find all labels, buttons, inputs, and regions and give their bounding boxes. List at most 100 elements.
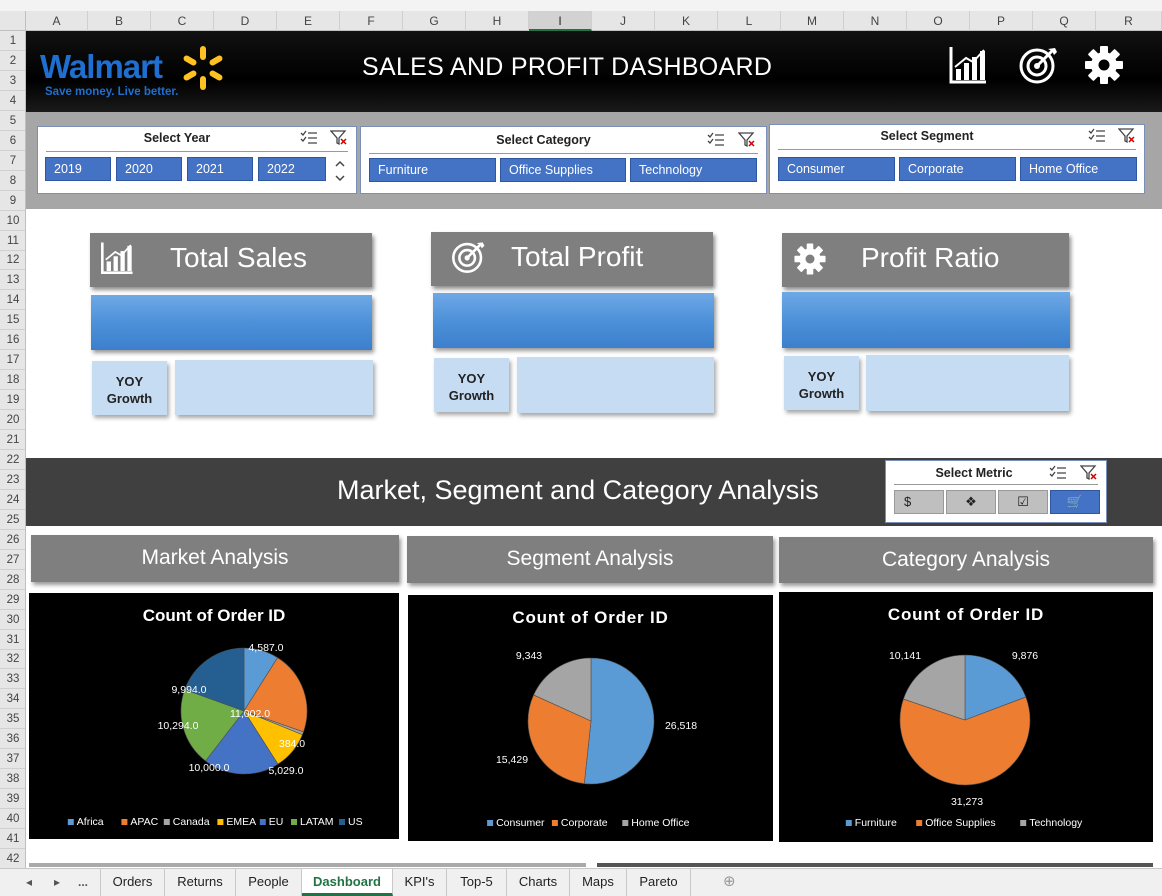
tab-kpis[interactable]: KPI's <box>393 869 447 896</box>
multi-select-icon[interactable] <box>707 132 725 148</box>
column-header-b[interactable]: B <box>88 11 151 31</box>
row-header-36[interactable]: 36 <box>0 729 25 750</box>
row-header-21[interactable]: 21 <box>0 430 25 450</box>
clear-filter-icon[interactable] <box>1080 465 1098 481</box>
column-header-g[interactable]: G <box>403 11 466 31</box>
tab-top-5[interactable]: Top-5 <box>447 869 507 896</box>
row-header-19[interactable]: 19 <box>0 390 25 411</box>
column-header-q[interactable]: Q <box>1033 11 1096 31</box>
tab-dashboard[interactable]: Dashboard <box>302 869 393 896</box>
row-header-31[interactable]: 31 <box>0 630 25 650</box>
year-2022-button[interactable]: 2022 <box>258 157 326 181</box>
row-header-24[interactable]: 24 <box>0 490 25 510</box>
tab-maps[interactable]: Maps <box>570 869 627 896</box>
row-header-2[interactable]: 2 <box>0 51 25 71</box>
category-office-supplies-button[interactable]: Office Supplies <box>500 158 626 182</box>
clear-filter-icon[interactable] <box>738 132 756 148</box>
row-header-12[interactable]: 12 <box>0 250 25 271</box>
row-header-18[interactable]: 18 <box>0 370 25 391</box>
year-2021-button[interactable]: 2021 <box>187 157 253 181</box>
metric-profit-button[interactable]: ❖ <box>946 490 996 514</box>
row-header-38[interactable]: 38 <box>0 769 25 790</box>
column-header-h[interactable]: H <box>466 11 529 31</box>
row-header-41[interactable]: 41 <box>0 829 25 849</box>
row-header-29[interactable]: 29 <box>0 590 25 610</box>
row-header-25[interactable]: 25 <box>0 510 25 530</box>
column-header-k[interactable]: K <box>655 11 718 31</box>
row-header-9[interactable]: 9 <box>0 191 25 211</box>
row-header-22[interactable]: 22 <box>0 450 25 470</box>
segment-consumer-button[interactable]: Consumer <box>778 157 895 181</box>
column-header-e[interactable]: E <box>277 11 340 31</box>
column-header-r[interactable]: R <box>1096 11 1162 31</box>
row-header-35[interactable]: 35 <box>0 709 25 730</box>
row-header-28[interactable]: 28 <box>0 570 25 590</box>
row-header-32[interactable]: 32 <box>0 649 25 670</box>
multi-select-icon[interactable] <box>1088 128 1106 144</box>
row-header-6[interactable]: 6 <box>0 131 25 151</box>
category-technology-button[interactable]: Technology <box>630 158 757 182</box>
row-header-42[interactable]: 42 <box>0 849 25 868</box>
row-header-27[interactable]: 27 <box>0 550 25 570</box>
row-header-4[interactable]: 4 <box>0 91 25 111</box>
metric-sales-button[interactable]: $ <box>894 490 944 514</box>
row-header-34[interactable]: 34 <box>0 689 25 710</box>
metric-ratio-button[interactable]: ☑ <box>998 490 1048 514</box>
segment-pie-chart[interactable]: Count of Order ID 26,518 15,429 9,343 Consum… <box>408 595 773 841</box>
column-header-j[interactable]: J <box>592 11 655 31</box>
tab-orders[interactable]: Orders <box>100 869 165 896</box>
column-header-i[interactable]: I <box>529 11 592 31</box>
column-header-l[interactable]: L <box>718 11 781 31</box>
market-pie-chart[interactable]: Count of Order ID 4,587.0 11,002.0 384.0 5,0… <box>29 593 399 839</box>
row-header-37[interactable]: 37 <box>0 749 25 770</box>
column-header-a[interactable]: A <box>26 11 88 31</box>
segment-corporate-button[interactable]: Corporate <box>899 157 1016 181</box>
tab-returns[interactable]: Returns <box>165 869 236 896</box>
category-furniture-button[interactable]: Furniture <box>369 158 496 182</box>
column-header-p[interactable]: P <box>970 11 1033 31</box>
row-header-39[interactable]: 39 <box>0 789 25 810</box>
add-sheet-icon[interactable]: ⊕ <box>723 869 741 896</box>
row-header-40[interactable]: 40 <box>0 809 25 830</box>
pie-slice-consumer[interactable] <box>583 657 655 785</box>
column-header-n[interactable]: N <box>844 11 907 31</box>
row-header-5[interactable]: 5 <box>0 111 25 131</box>
row-header-10[interactable]: 10 <box>0 211 25 231</box>
row-header-20[interactable]: 20 <box>0 410 25 431</box>
tab-people[interactable]: People <box>236 869 302 896</box>
multi-select-icon[interactable] <box>1049 465 1067 481</box>
row-header-1[interactable]: 1 <box>0 31 25 51</box>
row-header-14[interactable]: 14 <box>0 290 25 311</box>
clear-filter-icon[interactable] <box>330 130 348 146</box>
row-header-23[interactable]: 23 <box>0 470 25 490</box>
row-header-8[interactable]: 8 <box>0 171 25 191</box>
gear-icon[interactable] <box>1082 43 1126 87</box>
more-tabs-button[interactable]: ... <box>78 869 98 896</box>
metric-orders-button[interactable]: 🛒 <box>1050 490 1100 514</box>
row-header-7[interactable]: 7 <box>0 151 25 171</box>
column-header-m[interactable]: M <box>781 11 844 31</box>
row-header-30[interactable]: 30 <box>0 610 25 630</box>
year-2019-button[interactable]: 2019 <box>45 157 111 181</box>
row-header-3[interactable]: 3 <box>0 71 25 91</box>
column-header-d[interactable]: D <box>214 11 277 31</box>
segment-home-office-button[interactable]: Home Office <box>1020 157 1137 181</box>
row-header-11[interactable]: 11 <box>0 231 25 251</box>
bar-chart-icon[interactable] <box>946 43 990 87</box>
tab-scroll-right-icon[interactable]: ▸ <box>54 869 66 896</box>
column-header-o[interactable]: O <box>907 11 970 31</box>
tab-pareto[interactable]: Pareto <box>627 869 691 896</box>
multi-select-icon[interactable] <box>300 130 318 146</box>
tab-charts[interactable]: Charts <box>507 869 570 896</box>
target-icon[interactable] <box>1016 43 1060 87</box>
clear-filter-icon[interactable] <box>1118 128 1136 144</box>
select-all-corner[interactable] <box>0 11 26 31</box>
row-header-17[interactable]: 17 <box>0 350 25 371</box>
column-header-c[interactable]: C <box>151 11 214 31</box>
row-header-15[interactable]: 15 <box>0 310 25 331</box>
row-header-16[interactable]: 16 <box>0 330 25 351</box>
tab-scroll-left-icon[interactable]: ◂ <box>26 869 38 896</box>
row-header-26[interactable]: 26 <box>0 530 25 550</box>
row-header-13[interactable]: 13 <box>0 270 25 291</box>
column-header-f[interactable]: F <box>340 11 403 31</box>
